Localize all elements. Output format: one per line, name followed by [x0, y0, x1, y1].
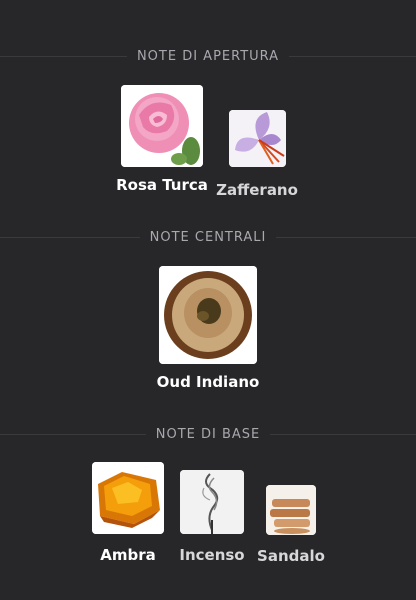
saffron-flower-icon — [228, 110, 286, 167]
note-label: Ambra — [100, 546, 156, 564]
note-label: Sandalo — [257, 547, 325, 565]
divider-line — [289, 55, 416, 57]
amber-resin-icon — [92, 462, 164, 534]
note-oud-indiano[interactable]: Oud Indiano — [150, 266, 266, 391]
note-label: Incenso — [179, 546, 245, 564]
note-image — [92, 462, 164, 534]
divider-line — [276, 236, 416, 238]
section-divider-base: NOTE DI BASE — [0, 424, 416, 444]
section-title-base: NOTE DI BASE — [155, 426, 261, 442]
divider-line — [0, 236, 140, 238]
section-divider-heart: NOTE CENTRALI — [0, 227, 416, 247]
divider-line — [270, 433, 416, 435]
sandalwood-sticks-icon — [266, 485, 316, 535]
divider-line — [0, 55, 127, 57]
section-title-opening: NOTE DI APERTURA — [136, 48, 280, 64]
note-image — [180, 470, 244, 534]
section-title-heart: NOTE CENTRALI — [149, 229, 267, 245]
note-label: Oud Indiano — [156, 373, 260, 391]
divider-line — [0, 433, 146, 435]
note-incenso[interactable]: Incenso — [174, 470, 250, 564]
note-label: Zafferano — [216, 181, 298, 199]
note-image — [228, 110, 286, 167]
section-divider-opening: NOTE DI APERTURA — [0, 46, 416, 66]
note-ambra[interactable]: Ambra — [88, 462, 168, 564]
note-image — [121, 85, 203, 167]
note-zafferano[interactable]: Zafferano — [216, 110, 298, 199]
note-label: Rosa Turca — [116, 176, 208, 194]
oud-wood-icon — [159, 266, 257, 364]
incense-smoke-icon — [180, 470, 244, 534]
note-rosa-turca[interactable]: Rosa Turca — [116, 85, 208, 194]
rose-icon — [121, 85, 203, 167]
note-image — [159, 266, 257, 364]
note-sandalo[interactable]: Sandalo — [256, 485, 326, 565]
note-image — [266, 485, 316, 535]
